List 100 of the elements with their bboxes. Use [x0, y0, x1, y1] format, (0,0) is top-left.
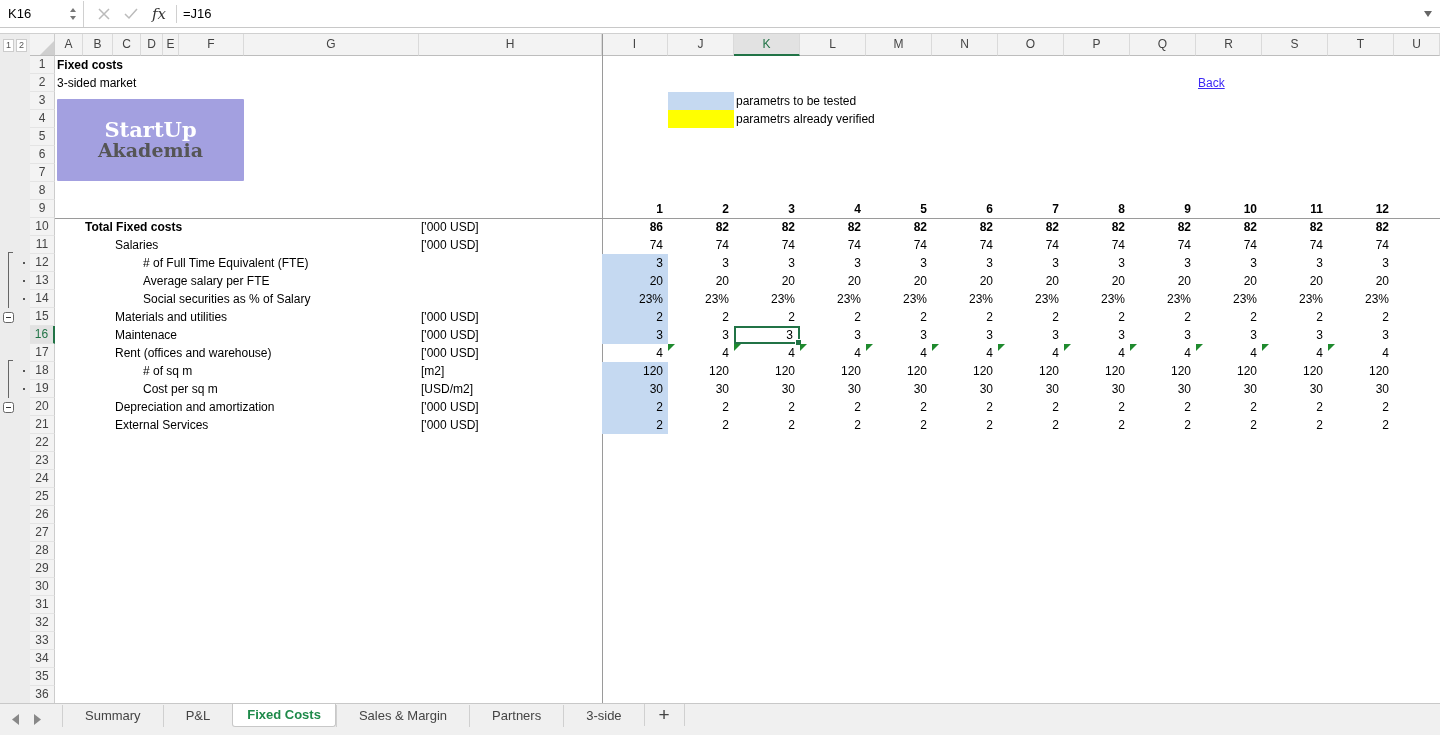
column-header[interactable]: O — [998, 34, 1064, 56]
column-header[interactable]: G — [244, 34, 419, 56]
value-cell-text: 4 — [655, 345, 664, 362]
value-cell-text: 82 — [714, 219, 730, 236]
row-header[interactable]: 12 — [30, 254, 55, 272]
error-indicator-icon[interactable] — [1064, 344, 1071, 351]
collapse-icon[interactable] — [3, 311, 14, 323]
row-header[interactable]: 2 — [30, 74, 55, 92]
value-cell-text: 120 — [839, 363, 862, 380]
sheet-tab[interactable]: 3-side — [563, 705, 644, 727]
error-indicator-icon[interactable] — [866, 344, 873, 351]
outline-level-button[interactable]: 2 — [16, 38, 27, 52]
row-header[interactable]: 8 — [30, 182, 55, 200]
row-header[interactable]: 13 — [30, 272, 55, 290]
column-header[interactable]: M — [866, 34, 932, 56]
row-header[interactable]: 21 — [30, 416, 55, 434]
column-header[interactable]: K — [734, 34, 800, 56]
row-header[interactable]: 31 — [30, 596, 55, 614]
sheet-tab[interactable]: Summary — [62, 705, 163, 727]
column-header[interactable]: S — [1262, 34, 1328, 56]
row-header[interactable]: 22 — [30, 434, 55, 452]
column-header[interactable]: E — [163, 34, 179, 56]
row-header[interactable]: 7 — [30, 164, 55, 182]
sheet-tab[interactable]: Fixed Costs — [232, 704, 336, 727]
column-header[interactable]: U — [1394, 34, 1440, 56]
error-indicator-icon[interactable] — [998, 344, 1005, 351]
row-header[interactable]: 29 — [30, 560, 55, 578]
value-cell-text: 2 — [1051, 309, 1060, 326]
row-header[interactable]: 6 — [30, 146, 55, 164]
error-indicator-icon[interactable] — [668, 344, 675, 351]
period-header: 12 — [1374, 201, 1390, 218]
error-indicator-icon[interactable] — [932, 344, 939, 351]
row-header[interactable]: 20 — [30, 398, 55, 416]
row-header[interactable]: 33 — [30, 632, 55, 650]
column-header[interactable]: H — [419, 34, 602, 56]
column-header[interactable]: N — [932, 34, 998, 56]
column-header[interactable]: I — [602, 34, 668, 56]
column-header[interactable]: B — [83, 34, 113, 56]
value-cell-text: 2 — [919, 309, 928, 326]
row-header[interactable]: 15 — [30, 308, 55, 326]
row-header[interactable]: 30 — [30, 578, 55, 596]
column-header[interactable]: P — [1064, 34, 1130, 56]
row-header[interactable]: 17 — [30, 344, 55, 362]
column-header[interactable]: T — [1328, 34, 1394, 56]
column-header[interactable]: R — [1196, 34, 1262, 56]
row-header[interactable]: 34 — [30, 650, 55, 668]
row-header[interactable]: 4 — [30, 110, 55, 128]
outline-level-button[interactable]: 1 — [3, 38, 14, 52]
column-header[interactable]: A — [55, 34, 83, 56]
value-cell: 4 — [866, 344, 932, 362]
formula-field[interactable]: =J16 — [176, 4, 1424, 23]
row-header[interactable]: 14 — [30, 290, 55, 308]
sheet-tab[interactable]: Sales & Margin — [335, 705, 470, 727]
name-box[interactable]: K16 — [0, 0, 84, 27]
value-cell-text: 30 — [714, 381, 730, 398]
row-header[interactable]: 35 — [30, 668, 55, 686]
column-header[interactable]: C — [113, 34, 141, 56]
row-header[interactable]: 16 — [30, 326, 55, 344]
column-header[interactable]: L — [800, 34, 866, 56]
row-header[interactable]: 3 — [30, 92, 55, 110]
row-header[interactable]: 26 — [30, 506, 55, 524]
row-header[interactable]: 32 — [30, 614, 55, 632]
add-sheet-button[interactable]: + — [643, 704, 685, 726]
error-indicator-icon[interactable] — [1196, 344, 1203, 351]
back-link[interactable]: Back — [1198, 76, 1225, 90]
insert-function-button[interactable]: fx — [152, 4, 166, 23]
row-header[interactable]: 25 — [30, 488, 55, 506]
error-indicator-icon[interactable] — [1262, 344, 1269, 351]
row-label: Cost per sq m — [142, 381, 219, 398]
caret-icon[interactable] — [1424, 10, 1432, 17]
row-header[interactable]: 19 — [30, 380, 55, 398]
row-header[interactable]: 36 — [30, 686, 55, 703]
row-header[interactable]: 18 — [30, 362, 55, 380]
sheet-tab[interactable]: Partners — [469, 705, 564, 727]
unit-label: [USD/m2] — [420, 381, 474, 398]
row-header[interactable]: 9 — [30, 200, 55, 218]
check-icon[interactable] — [124, 7, 138, 20]
error-indicator-icon[interactable] — [734, 344, 741, 351]
value-cell-text: 30 — [1110, 381, 1126, 398]
row-header[interactable]: 24 — [30, 470, 55, 488]
error-indicator-icon[interactable] — [1328, 344, 1335, 351]
row-header[interactable]: 1 — [30, 56, 55, 74]
collapse-icon[interactable] — [3, 401, 14, 413]
unit-label: ['000 USD] — [420, 417, 480, 434]
row-header[interactable]: 11 — [30, 236, 55, 254]
scroll-left-icon[interactable] — [12, 714, 20, 725]
row-header[interactable]: 28 — [30, 542, 55, 560]
row-header[interactable]: 23 — [30, 452, 55, 470]
column-header[interactable]: J — [668, 34, 734, 56]
column-header[interactable]: F — [179, 34, 244, 56]
error-indicator-icon[interactable] — [1130, 344, 1137, 351]
period-header: 11 — [1309, 201, 1324, 218]
row-header[interactable]: 10 — [30, 218, 55, 236]
column-header[interactable]: Q — [1130, 34, 1196, 56]
value-cell-text: 120 — [1169, 363, 1192, 380]
error-indicator-icon[interactable] — [800, 344, 807, 351]
row-header[interactable]: 5 — [30, 128, 55, 146]
column-header[interactable]: D — [141, 34, 163, 56]
scroll-right-icon[interactable] — [34, 714, 42, 725]
row-header[interactable]: 27 — [30, 524, 55, 542]
